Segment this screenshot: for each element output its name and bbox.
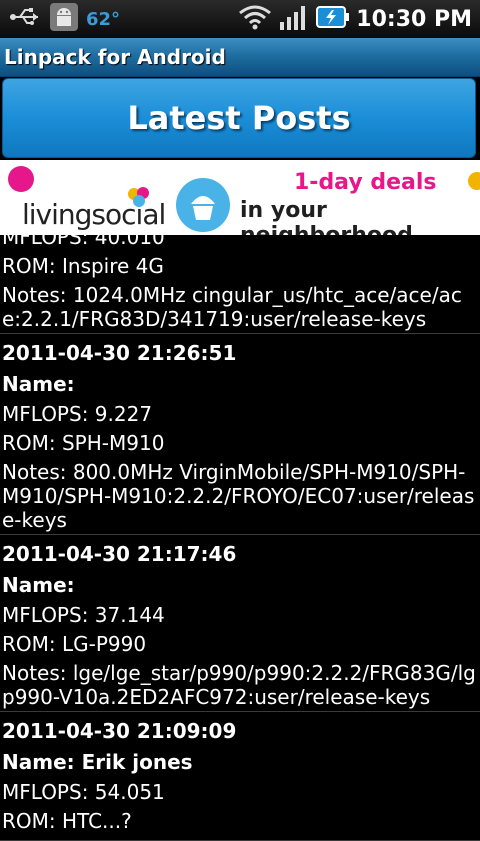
android-debug-icon — [50, 3, 78, 35]
posts-list[interactable]: MFLOPS: 40.010 ROM: Inspire 4G Notes: 10… — [0, 225, 480, 841]
post-name: Name: Erik jones — [2, 750, 193, 774]
post-mflops: MFLOPS: 9.227 — [2, 402, 153, 426]
post-notes: Notes: lge/lge_star/p990/p990:2.2.2/FRG8… — [2, 661, 476, 709]
signal-icon — [278, 4, 316, 34]
temperature: 62° — [86, 8, 121, 30]
post-rom: ROM: LG-P990 — [2, 632, 147, 656]
list-item[interactable]: 2011-04-30 21:26:51 Name: MFLOPS: 9.227 … — [0, 334, 480, 535]
list-item[interactable]: MFLOPS: 40.010 ROM: Inspire 4G Notes: 10… — [0, 225, 480, 334]
status-left: 62° — [8, 3, 121, 35]
status-bar: 62° 10:30 PM — [0, 0, 480, 38]
post-name: Name: — [2, 372, 75, 396]
post-date: 2011-04-30 21:26:51 — [2, 341, 237, 365]
ad-subheadline: in your neighborhood — [240, 198, 413, 235]
ad-headline: 1-day deals — [294, 170, 437, 195]
battery-charging-icon — [316, 4, 350, 34]
post-mflops: MFLOPS: 54.051 — [2, 780, 165, 804]
post-notes: Notes: 800.0MHz VirginMobile/SPH-M910/SP… — [2, 460, 475, 532]
post-mflops: MFLOPS: 37.144 — [2, 603, 165, 627]
latest-posts-label: Latest Posts — [127, 99, 351, 137]
app-title: Linpack for Android — [4, 45, 226, 69]
ad-pink-dot — [8, 166, 34, 192]
post-rom: ROM: SPH-M910 — [2, 431, 165, 455]
post-date: 2011-04-30 21:17:46 — [2, 542, 237, 566]
ad-brand-mark-icon — [128, 187, 149, 207]
post-notes: Notes: 1024.0MHz cingular_us/htc_ace/ace… — [2, 283, 462, 331]
list-item[interactable]: 2011-04-30 21:09:09 Name: Erik jones MFL… — [0, 712, 480, 841]
post-name: Name: — [2, 573, 75, 597]
post-date: 2011-04-30 21:09:09 — [2, 719, 237, 743]
clock: 10:30 PM — [356, 6, 472, 32]
ad-banner[interactable]: livingsocial 1-day deals in your neighbo… — [0, 160, 480, 235]
list-item[interactable]: 2011-04-30 21:17:46 Name: MFLOPS: 37.144… — [0, 535, 480, 712]
status-right: 10:30 PM — [238, 4, 472, 34]
latest-posts-button[interactable]: Latest Posts — [2, 78, 476, 158]
app-title-bar: Linpack for Android — [0, 38, 480, 77]
usb-icon — [8, 6, 42, 32]
cupcake-icon — [176, 178, 230, 232]
post-rom: ROM: Inspire 4G — [2, 254, 164, 278]
post-rom: ROM: HTC...? — [2, 809, 132, 833]
ad-yellow-dot — [468, 172, 480, 190]
wifi-icon — [238, 4, 278, 34]
